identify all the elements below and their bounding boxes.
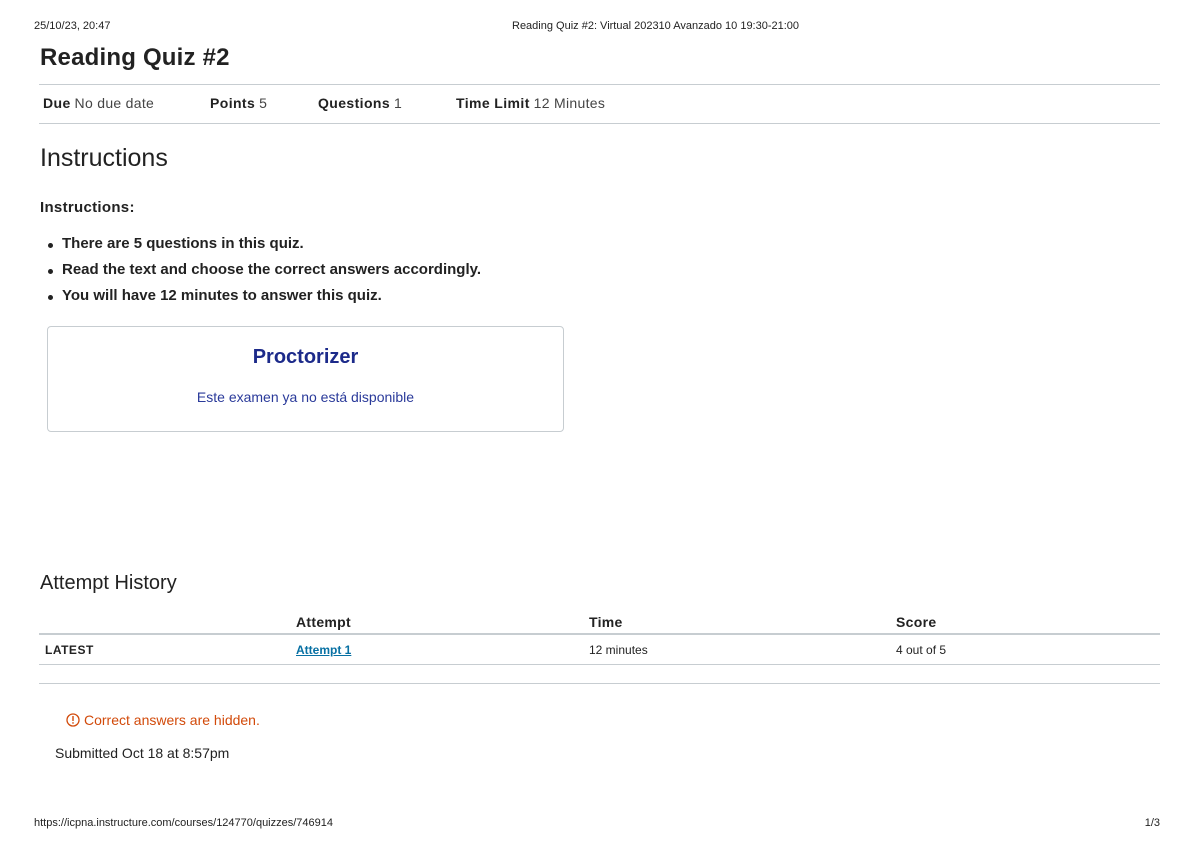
bullet-icon [48, 243, 53, 248]
instruction-text: You will have 12 minutes to answer this … [62, 287, 382, 304]
attempt-history-heading: Attempt History [40, 572, 177, 594]
print-header: 25/10/23, 20:47 Reading Quiz #2: Virtual… [34, 20, 1166, 36]
time-cell: 12 minutes [589, 643, 648, 657]
print-datetime: 25/10/23, 20:47 [34, 20, 111, 32]
questions-value: 1 [393, 95, 403, 111]
score-cell: 4 out of 5 [896, 643, 947, 657]
column-header-score: Score [896, 614, 937, 630]
attempt-cell: Attempt 1 [296, 643, 351, 657]
time-limit-label: Time Limit [456, 95, 530, 111]
print-url: https://icpna.instructure.com/courses/12… [34, 817, 334, 829]
questions-label: Questions [318, 95, 391, 111]
table-header-divider [39, 633, 1160, 635]
instruction-text: There are 5 questions in this quiz. [62, 235, 304, 252]
instruction-text: Read the text and choose the correct ans… [62, 261, 482, 278]
due-label: Due [43, 95, 71, 111]
submitted-timestamp: Submitted Oct 18 at 8:57pm [55, 745, 230, 761]
instructions-heading: Instructions [40, 144, 168, 172]
due-value: No due date [74, 95, 155, 111]
time-limit-value: 12 Minutes [533, 95, 606, 111]
instructions-label: Instructions: [40, 199, 135, 216]
bullet-icon [48, 295, 53, 300]
points-info: Points 5 [210, 95, 267, 111]
list-item: Read the text and choose the correct ans… [40, 259, 481, 285]
points-value: 5 [259, 95, 268, 111]
points-label: Points [210, 95, 256, 111]
instructions-list: There are 5 questions in this quiz. Read… [40, 233, 481, 311]
proctorizer-message: Este examen ya no está disponible [196, 389, 415, 405]
page-number: 1/3 [1144, 817, 1160, 829]
table-row-divider [39, 664, 1160, 665]
divider [39, 84, 1160, 85]
latest-label: LATEST [45, 643, 94, 657]
notice-text: Correct answers are hidden. [84, 712, 260, 728]
proctorizer-title: Proctorizer [252, 346, 359, 368]
print-document-title: Reading Quiz #2: Virtual 202310 Avanzado… [512, 20, 800, 32]
page-title: Reading Quiz #2 [40, 44, 230, 71]
questions-info: Questions 1 [318, 95, 402, 111]
attempt-1-link[interactable]: Attempt 1 [296, 643, 351, 657]
print-footer: https://icpna.instructure.com/courses/12… [34, 817, 1160, 831]
due-info: Due No due date [43, 95, 154, 111]
divider [39, 683, 1160, 684]
alert-circle-icon [66, 713, 80, 727]
list-item: You will have 12 minutes to answer this … [40, 285, 481, 311]
divider [39, 123, 1160, 124]
bullet-icon [48, 269, 53, 274]
correct-answers-hidden-notice: Correct answers are hidden. [66, 712, 260, 728]
column-header-time: Time [589, 614, 623, 630]
proctorizer-panel: Proctorizer Este examen ya no está dispo… [47, 326, 564, 432]
time-limit-info: Time Limit 12 Minutes [456, 95, 605, 111]
list-item: There are 5 questions in this quiz. [40, 233, 481, 259]
column-header-attempt: Attempt [296, 614, 351, 630]
